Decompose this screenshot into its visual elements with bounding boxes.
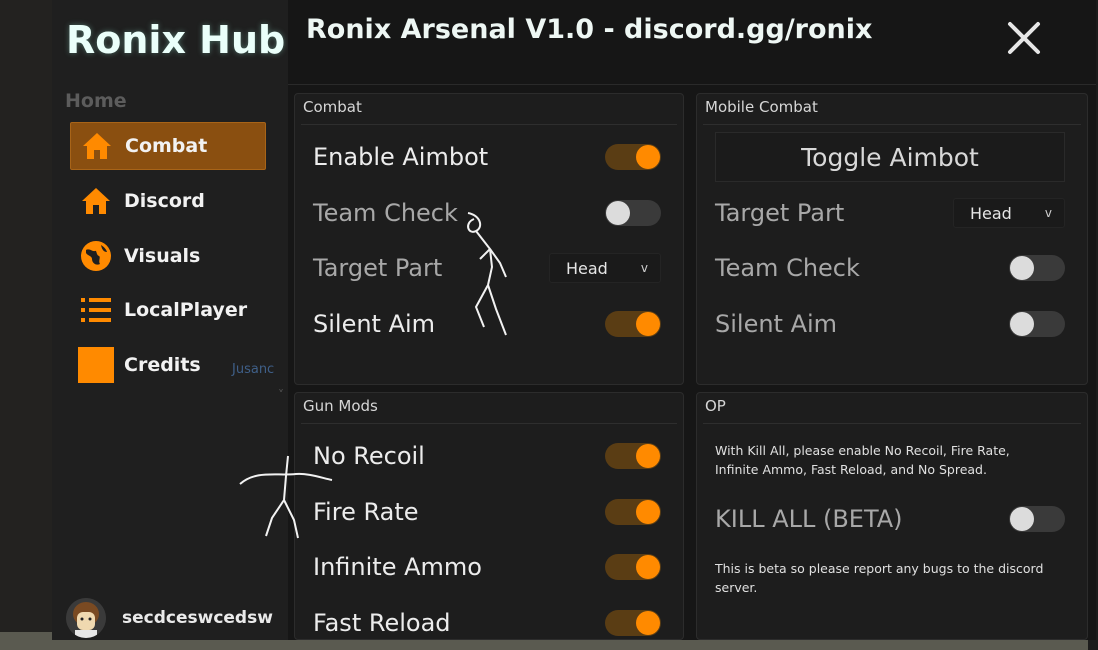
sidebar-section-home: Home [65,90,127,112]
panel-divider [703,124,1081,125]
mobile-silent-aim-toggle[interactable] [1009,311,1065,337]
setting-team-check: Team Check [313,195,661,231]
close-button[interactable] [1002,16,1046,60]
mobile-team-check-toggle[interactable] [1009,255,1065,281]
setting-label: Silent Aim [313,310,436,338]
avatar [66,598,106,638]
close-icon [1008,22,1040,54]
background-mark: ˅ [278,388,284,402]
toggle-knob [636,500,660,524]
username: secdceswcedsw [122,608,273,628]
background-text: Jusanc [232,362,275,377]
sidebar-item-localplayer[interactable]: LocalPlayer [70,286,266,334]
chevron-down-icon: v [1044,206,1052,220]
toggle-knob [606,201,630,225]
toggle-knob [636,444,660,468]
globe-icon [78,238,114,274]
main-content: Ronix Arsenal V1.0 - discord.gg/ronix Co… [288,0,1096,640]
setting-enable-aimbot: Enable Aimbot [313,139,661,175]
sidebar-item-visuals[interactable]: Visuals [70,232,266,280]
square-icon [78,347,114,383]
sidebar-item-label: Visuals [124,245,201,267]
setting-label: Target Part [715,199,845,227]
fast-reload-toggle[interactable] [605,610,661,636]
sidebar-item-combat[interactable]: Combat [70,122,266,170]
setting-label: Fire Rate [313,498,419,526]
panel-mobile-combat: Mobile Combat Toggle Aimbot Target Part … [696,93,1088,385]
panel-divider [703,423,1081,424]
sidebar-item-label: LocalPlayer [124,299,248,321]
button-label: Toggle Aimbot [801,142,979,172]
toggle-knob [636,611,660,635]
game-background-left [0,0,52,650]
setting-label: No Recoil [313,442,425,470]
setting-fire-rate: Fire Rate [313,494,661,530]
setting-mobile-silent-aim: Silent Aim [715,306,1065,342]
setting-label: Team Check [313,199,458,227]
home-icon [78,183,114,219]
mobile-target-part-dropdown[interactable]: Head v [953,198,1065,228]
panel-gun-mods: Gun Mods No Recoil Fire Rate Infinite Am… [294,392,684,640]
kill-all-instructions: With Kill All, please enable No Recoil, … [715,443,1010,477]
fire-rate-toggle[interactable] [605,499,661,525]
no-recoil-toggle[interactable] [605,443,661,469]
kill-all-toggle[interactable] [1009,506,1065,532]
user-profile: secdceswcedsw [66,596,288,640]
sidebar-item-label: Credits [124,354,201,376]
setting-label: Team Check [715,254,860,282]
setting-label: KILL ALL (BETA) [715,505,903,533]
toggle-knob [636,312,660,336]
toggle-aimbot-button[interactable]: Toggle Aimbot [715,132,1065,182]
silent-aim-toggle[interactable] [605,311,661,337]
dropdown-value: Head [970,203,1012,223]
setting-kill-all: KILL ALL (BETA) [715,501,1065,537]
sidebar: Ronix Hub Home Combat Discord Visuals Lo… [52,0,288,640]
sidebar-item-discord[interactable]: Discord [70,177,266,225]
panel-combat: Combat Enable Aimbot Team Check Target P… [294,93,684,385]
target-part-dropdown[interactable]: Head v [549,253,661,283]
panel-divider [301,124,677,125]
setting-label: Silent Aim [715,310,838,338]
setting-label: Fast Reload [313,609,451,637]
team-check-toggle[interactable] [605,200,661,226]
home-icon [79,128,115,164]
panel-header: Gun Mods [303,397,378,415]
setting-fast-reload: Fast Reload [313,605,661,641]
chevron-down-icon: v [640,261,648,275]
sidebar-item-label: Discord [124,190,205,212]
panel-header: Combat [303,98,362,116]
setting-silent-aim: Silent Aim [313,306,661,342]
toggle-knob [1010,312,1034,336]
brand-title: Ronix Hub [66,18,286,62]
sidebar-item-label: Combat [125,135,208,157]
setting-no-recoil: No Recoil [313,438,661,474]
panel-divider [301,423,677,424]
toggle-knob [636,145,660,169]
setting-mobile-team-check: Team Check [715,250,1065,286]
infinite-ammo-toggle[interactable] [605,554,661,580]
setting-label: Enable Aimbot [313,143,489,171]
setting-infinite-ammo: Infinite Ammo [313,549,661,585]
toggle-knob [1010,256,1034,280]
toggle-knob [636,555,660,579]
list-icon [78,292,114,328]
panel-header: Mobile Combat [705,98,818,116]
title-divider [288,84,1096,85]
setting-label: Infinite Ammo [313,553,482,581]
setting-mobile-target-part: Target Part Head v [715,195,1065,231]
setting-label: Target Part [313,254,443,282]
setting-target-part: Target Part Head v [313,250,661,286]
window-title: Ronix Arsenal V1.0 - discord.gg/ronix [306,14,873,45]
panel-op: OP With Kill All, please enable No Recoi… [696,392,1088,640]
hub-window: Ronix Hub Home Combat Discord Visuals Lo… [52,0,1096,640]
toggle-knob [1010,507,1034,531]
beta-notice: This is beta so please report any bugs t… [715,561,1044,595]
enable-aimbot-toggle[interactable] [605,144,661,170]
panel-header: OP [705,397,726,415]
dropdown-value: Head [566,258,608,278]
